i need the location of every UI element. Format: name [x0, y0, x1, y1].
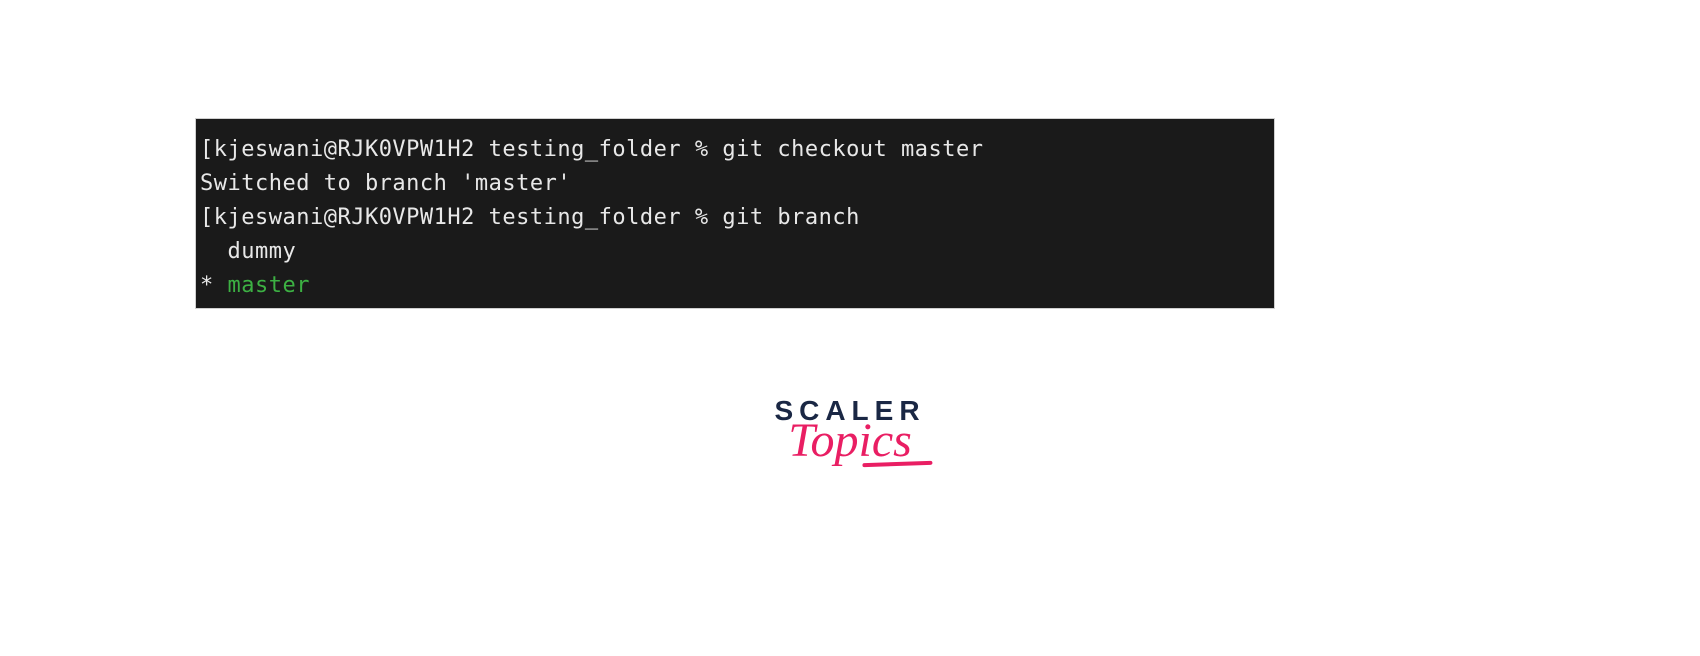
prompt-user-host: kjeswani@RJK0VPW1H2 [214, 137, 475, 162]
prompt-path: testing_folder [489, 137, 681, 162]
prompt-symbol: % [695, 205, 709, 230]
branch-name: dummy [228, 239, 297, 264]
logo-text-topics: Topics [774, 413, 925, 468]
prompt-symbol: % [695, 137, 709, 162]
terminal-prompt-line-1: [kjeswani@RJK0VPW1H2 testing_folder % gi… [200, 133, 1270, 167]
branch-list-item: dummy [200, 235, 1270, 269]
branch-name-current: master [228, 273, 310, 298]
branch-marker [200, 239, 228, 264]
prompt-path: testing_folder [489, 205, 681, 230]
logo: SCALER Topics [774, 395, 925, 474]
prompt-bracket: [ [200, 137, 214, 162]
terminal-line-truncated [200, 118, 1270, 133]
command-text: git checkout master [722, 137, 983, 162]
prompt-bracket: [ [200, 205, 214, 230]
command-text: git branch [722, 205, 859, 230]
branch-list-item-current: * master [200, 269, 1270, 303]
terminal-window[interactable]: [kjeswani@RJK0VPW1H2 testing_folder % gi… [195, 118, 1275, 309]
prompt-user-host: kjeswani@RJK0VPW1H2 [214, 205, 475, 230]
terminal-output-line: Switched to branch 'master' [200, 167, 1270, 201]
branch-current-marker: * [200, 273, 228, 298]
terminal-prompt-line-2: [kjeswani@RJK0VPW1H2 testing_folder % gi… [200, 201, 1270, 235]
